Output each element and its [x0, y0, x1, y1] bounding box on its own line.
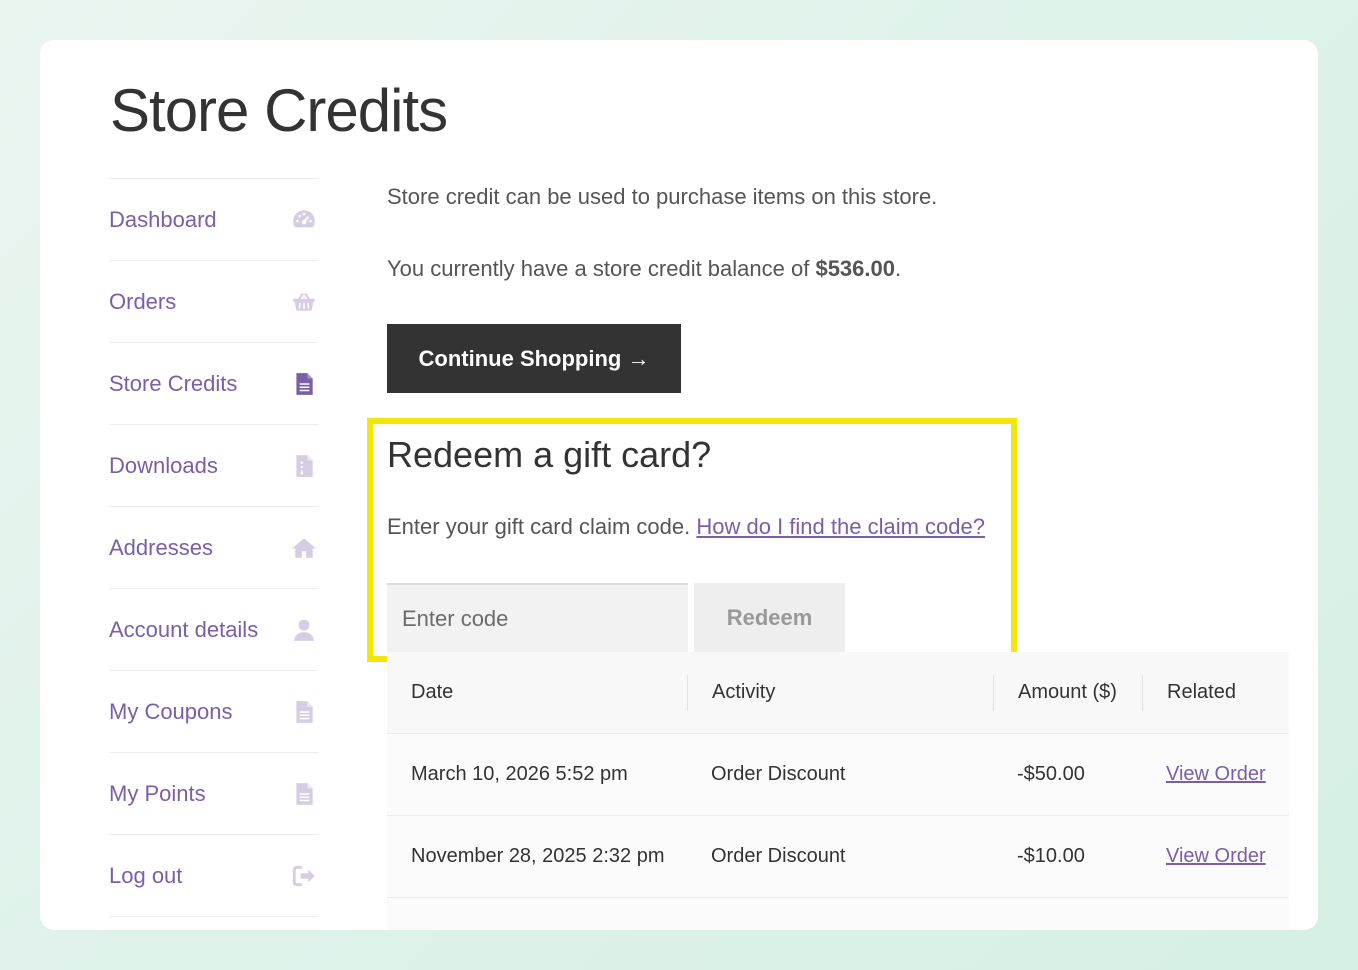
account-navigation: Dashboard Orders Store Credits Downloads… [109, 178, 318, 917]
cell-date: November 28, 2025 2:32 pm [411, 845, 665, 867]
cell-date: March 10, 2026 5:52 pm [411, 763, 628, 785]
sidebar-item-store-credits[interactable]: Store Credits [109, 343, 318, 425]
document-icon [290, 698, 318, 726]
gift-card-instructions: Enter your gift card claim code. How do … [387, 514, 985, 540]
sidebar-item-log-out[interactable]: Log out [109, 835, 318, 917]
table-header: Date Activity Amount ($) Related [387, 652, 1289, 734]
store-credit-history-table: Date Activity Amount ($) Related March 1… [387, 652, 1289, 930]
balance-text: You currently have a store credit balanc… [387, 256, 901, 282]
table-row-partial [387, 898, 1289, 930]
sidebar-item-label: Store Credits [109, 370, 238, 396]
file-download-icon [290, 452, 318, 480]
sidebar-item-label: Log out [109, 862, 183, 888]
cell-activity: Order Discount [711, 845, 846, 867]
account-card: Store Credits Dashboard Orders Store Cre… [40, 40, 1318, 930]
main-content: Store credit can be used to purchase ite… [367, 40, 1289, 930]
sidebar-item-label: My Points [109, 780, 206, 806]
cell-related: View Order [1142, 763, 1289, 786]
sidebar-item-label: Dashboard [109, 206, 217, 232]
balance-prefix: You currently have a store credit balanc… [387, 256, 816, 281]
sidebar-item-my-coupons[interactable]: My Coupons [109, 671, 318, 753]
redeem-button[interactable]: Redeem [694, 583, 845, 653]
user-icon [290, 616, 318, 644]
table-row: November 28, 2025 2:32 pm Order Discount… [387, 816, 1289, 898]
sidebar-item-label: Addresses [109, 534, 213, 560]
cell-activity: Order Discount [711, 763, 846, 785]
sidebar-item-dashboard[interactable]: Dashboard [109, 179, 318, 261]
column-header-activity: Activity [687, 674, 993, 711]
view-order-link[interactable]: View Order [1166, 763, 1266, 785]
cell-amount: -$10.00 [1017, 845, 1085, 867]
column-header-date: Date [411, 681, 454, 703]
sidebar-item-label: Downloads [109, 452, 218, 478]
logout-icon [290, 862, 318, 890]
sidebar-item-label: Account details [109, 616, 259, 642]
column-header-related: Related [1142, 674, 1289, 711]
gift-card-heading: Redeem a gift card? [387, 434, 712, 475]
claim-code-help-link[interactable]: How do I find the claim code? [696, 514, 985, 539]
cell-amount: -$50.00 [1017, 763, 1085, 785]
table-row: March 10, 2026 5:52 pm Order Discount -$… [387, 734, 1289, 816]
store-credit-intro: Store credit can be used to purchase ite… [387, 184, 938, 209]
gift-code-input[interactable] [387, 583, 688, 653]
sidebar-item-label: Orders [109, 288, 177, 314]
sidebar-item-account-details[interactable]: Account details [109, 589, 318, 671]
basket-icon [290, 288, 318, 316]
document-icon [290, 370, 318, 398]
sidebar-item-orders[interactable]: Orders [109, 261, 318, 343]
gift-card-text: Enter your gift card claim code. [387, 514, 697, 539]
sidebar-item-addresses[interactable]: Addresses [109, 507, 318, 589]
document-icon [290, 780, 318, 808]
cell-related: View Order [1142, 845, 1289, 868]
dashboard-gauge-icon [290, 206, 318, 234]
balance-amount: $536.00 [815, 256, 895, 281]
continue-shopping-button[interactable]: Continue Shopping → [387, 324, 681, 393]
view-order-link[interactable]: View Order [1166, 845, 1266, 867]
sidebar-item-my-points[interactable]: My Points [109, 753, 318, 835]
sidebar-item-label: My Coupons [109, 698, 233, 724]
column-header-amount: Amount ($) [993, 674, 1142, 711]
balance-suffix: . [894, 256, 902, 281]
home-icon [290, 534, 318, 562]
sidebar-item-downloads[interactable]: Downloads [109, 425, 318, 507]
